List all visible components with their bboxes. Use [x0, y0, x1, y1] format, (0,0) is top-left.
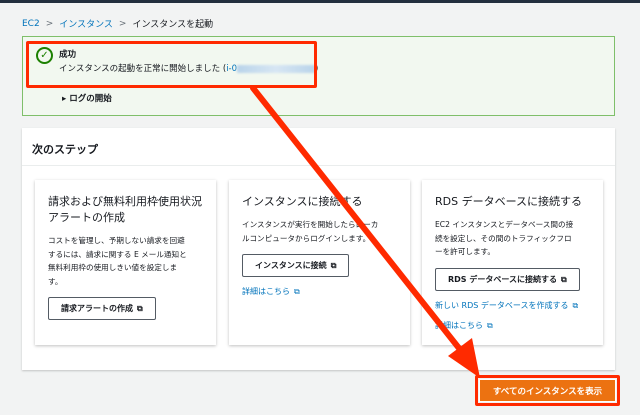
annotation-highlight-button [475, 375, 620, 406]
card-desc: インスタンスが実行を開始したらローカ ルコンピュータからログインします。 [242, 220, 379, 243]
card-desc: コストを管理し、予期しない請求を回避 するには、請求に関する E メール通知と … [48, 236, 187, 286]
annotation-highlight-alert [26, 41, 317, 88]
create-billing-alert-button[interactable]: 請求アラートの作成 ⧉ [48, 297, 156, 320]
external-link-icon: ⧉ [487, 320, 493, 330]
breadcrumb-current: インスタンスを起動 [132, 20, 214, 30]
next-steps-title: 次のステップ [22, 128, 615, 166]
card-title: RDS データベースに接続する [435, 195, 583, 208]
connect-instance-button[interactable]: インスタンスに接続 ⧉ [242, 254, 350, 277]
button-label: RDS データベースに接続する [448, 274, 557, 284]
log-toggle[interactable]: ▸ ログの開始 [62, 92, 112, 104]
link-label: 新しい RDS データベースを作成する [435, 300, 569, 310]
external-link-icon: ⧉ [572, 300, 579, 310]
card-connect-instance: インスタンスに接続する インスタンスが実行を開始したらローカ ルコンピュータから… [229, 180, 410, 345]
external-link-icon: ⧉ [294, 287, 300, 296]
learn-more-link[interactable]: 詳細はこちら ⧉ [242, 286, 397, 297]
create-rds-link[interactable]: 新しい RDS データベースを作成する ⧉ [435, 300, 590, 311]
top-bar [0, 0, 640, 3]
button-label: 請求アラートの作成 [61, 304, 133, 313]
button-label: インスタンスに接続 [255, 261, 327, 270]
external-link-icon: ⧉ [330, 261, 337, 270]
connect-rds-button[interactable]: RDS データベースに接続する ⧉ [435, 267, 580, 291]
chevron-right-icon: > [45, 18, 54, 29]
link-label: 詳細はこちら [242, 287, 290, 296]
link-label: 詳細はこちら [435, 320, 483, 330]
external-link-icon: ⧉ [560, 274, 567, 284]
card-billing-alert: 請求および無料利用枠使用状況 アラートの作成 コストを管理し、予期しない請求を回… [35, 180, 216, 345]
breadcrumb-instances[interactable]: インスタンス [59, 17, 113, 30]
learn-more-link[interactable]: 詳細はこちら ⧉ [435, 320, 590, 331]
external-link-icon: ⧉ [137, 304, 143, 313]
chevron-right-icon: > [118, 18, 127, 29]
card-desc: EC2 インスタンスとデータベース間の接 続を設定し、その間のトラフィックフロ … [435, 220, 574, 256]
breadcrumb: EC2 > インスタンス > インスタンスを起動 [22, 17, 214, 31]
card-title: 請求および無料利用枠使用状況 アラートの作成 [48, 195, 202, 224]
breadcrumb-ec2[interactable]: EC2 [22, 19, 40, 29]
card-title: インスタンスに接続する [242, 195, 363, 208]
log-toggle-label: ログの開始 [69, 94, 112, 104]
next-steps-panel: 次のステップ 請求および無料利用枠使用状況 アラートの作成 コストを管理し、予期… [22, 128, 615, 370]
card-connect-rds: RDS データベースに接続する EC2 インスタンスとデータベース間の接 続を設… [422, 180, 603, 345]
